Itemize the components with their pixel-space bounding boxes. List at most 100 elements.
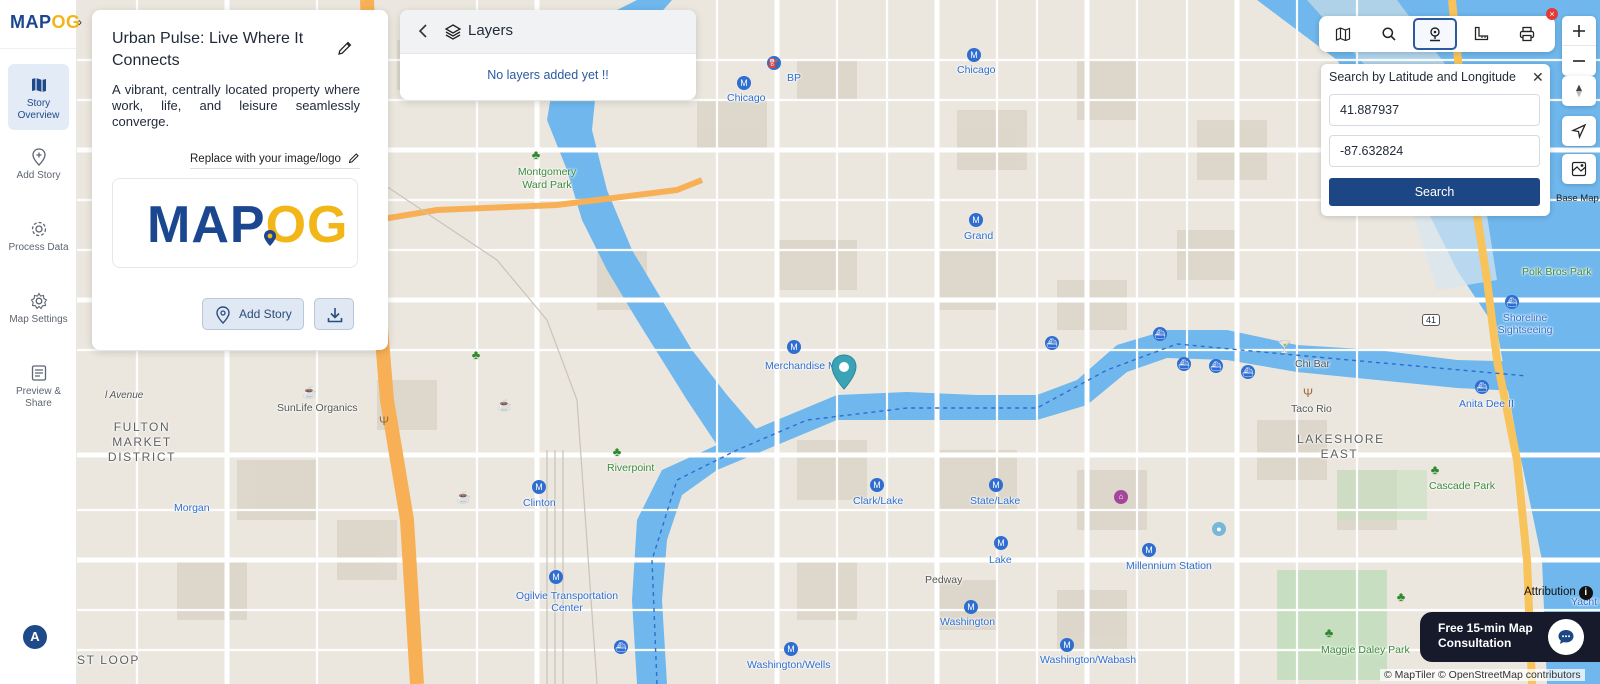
map-label-clinton: Clinton [523,497,556,509]
layers-title: Layers [468,22,514,39]
map-label-polk-bros-park: Polk Bros Park [1522,266,1592,278]
sidebar-item-label: Preview & Share [15,386,61,409]
transit-icon: M [969,213,983,227]
sidebar-item-label: Add Story [16,170,61,181]
park-tree-icon: ♣ [1396,589,1406,604]
consultation-banner[interactable]: Free 15-min Map Consultation [1420,612,1600,662]
sidebar-item-map-settings[interactable]: Map Settings [8,280,69,346]
restaurant-icon: Ψ [1302,386,1314,400]
map-label-loop: ST LOOP [77,653,140,667]
transit-icon: M [967,48,981,62]
layers-empty-message: No layers added yet !! [487,68,609,82]
edit-pencil-icon [348,153,359,164]
map-label-anita-dee: Anita Dee II [1459,398,1514,410]
tool-search[interactable] [1367,18,1411,50]
park-tree-icon: ♣ [1430,462,1440,477]
transit-icon: M [964,600,978,614]
story-description: A vibrant, centrally located property wh… [112,82,360,129]
close-icon[interactable]: ✕ [1532,70,1544,84]
basemap-icon [1571,161,1587,177]
replace-image-link[interactable]: Replace with your image/logo [190,152,361,169]
print-icon [1519,26,1535,42]
sidebar-divider [0,48,77,49]
add-story-label: Add Story [239,307,292,321]
transit-icon: M [787,340,801,354]
map-label-morgan: Morgan [174,502,210,514]
sidebar-item-preview-share[interactable]: Preview & Share [8,352,69,418]
map-label-riverpoint: Riverpoint [607,462,655,474]
sidebar-item-process-data[interactable]: Process Data [8,208,69,274]
left-sidebar: MAPOG Story Overview Add Story Process D… [0,0,80,684]
story-overview-panel: Urban Pulse: Live Where It Connects A vi… [92,10,388,350]
transit-icon: M [1142,543,1156,557]
transit-icon: M [870,478,884,492]
map-label-montgomery-ward-park: Montgomery Ward Park [517,166,577,191]
map-label-sunlife: SunLife Organics [277,402,358,414]
minus-icon [1573,60,1585,62]
map-label-chicago: Chicago [957,64,996,76]
tool-measure[interactable] [1459,18,1503,50]
food-icon: ☕ [456,490,471,504]
basemap-button[interactable] [1562,154,1596,184]
location-marker-icon[interactable] [831,354,857,390]
chat-icon [1558,630,1574,644]
attribution-toggle[interactable]: Attribution i [1524,585,1593,600]
sidebar-item-story-overview[interactable]: Story Overview [8,64,69,130]
add-story-button[interactable]: Add Story [202,298,304,330]
chevron-right-icon[interactable]: › [78,15,82,29]
chevron-left-icon[interactable] [416,23,430,39]
zoom-in-button[interactable] [1562,16,1596,46]
map-label-washington: Washington [940,616,996,628]
map-label-merchandise-mart: Merchandise M [765,360,837,372]
geolocate-button[interactable] [1562,116,1596,146]
transit-icon: M [737,76,751,90]
settings-icon [30,292,47,310]
sidebar-item-add-story[interactable]: Add Story [8,136,69,202]
latitude-input[interactable]: 41.887937 [1329,94,1540,126]
transit-icon: M [1060,638,1074,652]
transit-icon: M [784,642,798,656]
longitude-input[interactable]: -87.632824 [1329,135,1540,167]
map-label-taco-rio: Taco Rio [1291,403,1332,415]
map-label-chi-bar: Chi Bar [1295,358,1331,370]
boat-icon: ⛴ [1241,365,1255,379]
location-pin-icon [1430,27,1440,42]
map-label-lake: Lake [989,554,1012,566]
compass-button[interactable] [1562,76,1596,106]
zoom-out-button[interactable] [1562,46,1596,76]
map-pin-icon [31,148,46,166]
map-label-cascade-park: Cascade Park [1429,480,1495,492]
latlong-search-button[interactable]: Search [1329,178,1540,206]
measure-icon [1474,26,1489,41]
map-label-state-lake: State/Lake [970,495,1021,507]
boat-icon: ⛴ [1153,327,1167,341]
preview-icon [31,365,46,381]
tool-latlong-search[interactable] [1413,18,1457,50]
map-label-millennium-station: Millennium Station [1126,560,1212,572]
avatar[interactable]: A [23,625,47,649]
food-icon: ☕ [302,385,317,399]
park-tree-icon: ♣ [1324,625,1334,640]
replace-image-label: Replace with your image/logo [190,153,341,165]
map-toolbar [1319,16,1555,52]
map-icon [1335,27,1351,42]
chat-button[interactable] [1548,619,1584,655]
edit-pencil-icon[interactable] [337,40,353,56]
close-toolbar-icon[interactable]: × [1546,8,1558,20]
consultation-text: Free 15-min Map Consultation [1438,621,1533,650]
park-tree-icon: ♣ [612,444,622,459]
zoom-controls [1562,16,1596,76]
plus-icon [1573,25,1585,37]
map-label-ogilvie: Ogilvie Transportation Center [515,590,619,614]
tool-map-view[interactable] [1321,18,1365,50]
sidebar-item-label: Process Data [8,242,69,253]
map-copyright: © MapTiler © OpenStreetMap contributors [1380,669,1585,681]
boat-icon: ⛴ [1045,336,1059,350]
map-label-avenue: l Avenue [105,390,144,401]
download-button[interactable] [314,298,354,330]
map-label-clark-lake: Clark/Lake [853,495,904,507]
story-title: Urban Pulse: Live Where It Connects [112,30,304,69]
app-logo: MAPOG [10,12,81,32]
transit-icon: M [989,478,1003,492]
tool-print[interactable] [1505,18,1549,50]
